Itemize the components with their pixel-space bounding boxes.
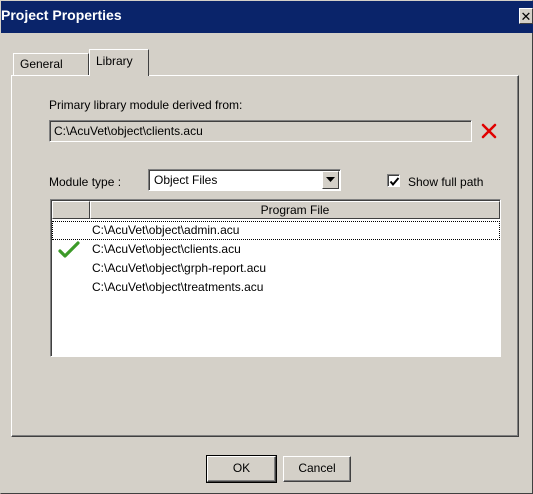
project-properties-dialog: Project Properties ✕ General Library Pri…	[0, 0, 533, 494]
close-button[interactable]: ✕	[519, 8, 533, 24]
tab-library[interactable]: Library	[89, 49, 149, 76]
program-file-list[interactable]: Program File C:\AcuVet\object\admin.acu …	[50, 199, 501, 357]
tab-general[interactable]: General	[13, 53, 89, 75]
title-bar: Project Properties ✕	[1, 1, 533, 33]
file-row[interactable]: C:\AcuVet\object\clients.acu	[52, 240, 500, 259]
file-path: C:\AcuVet\object\treatments.acu	[92, 280, 264, 294]
library-panel: Primary library module derived from: C:\…	[11, 75, 519, 437]
show-full-path-label[interactable]: Show full path	[408, 175, 483, 189]
file-row[interactable]: C:\AcuVet\object\grph-report.acu	[52, 259, 500, 278]
show-full-path-checkbox[interactable]	[387, 174, 400, 187]
module-type-select[interactable]: Object Files	[148, 169, 341, 191]
file-path: C:\AcuVet\object\grph-report.acu	[92, 261, 267, 275]
module-type-value: Object Files	[154, 173, 218, 187]
primary-library-field: C:\AcuVet\object\clients.acu	[49, 120, 472, 142]
list-header: Program File	[52, 201, 500, 219]
file-row[interactable]: C:\AcuVet\object\admin.acu	[52, 221, 500, 240]
file-row[interactable]: C:\AcuVet\object\treatments.acu	[52, 278, 500, 297]
column-header-program-file[interactable]: Program File	[90, 201, 500, 219]
green-check-icon	[58, 240, 80, 261]
file-path: C:\AcuVet\object\admin.acu	[92, 223, 240, 237]
primary-library-label: Primary library module derived from:	[49, 98, 243, 112]
dialog-title: Project Properties	[1, 7, 122, 23]
ok-button[interactable]: OK	[206, 455, 277, 483]
file-path: C:\AcuVet\object\clients.acu	[92, 242, 241, 256]
column-header-icon[interactable]	[52, 201, 90, 219]
module-type-label: Module type :	[49, 175, 122, 189]
chevron-down-icon[interactable]	[322, 171, 339, 189]
cancel-button[interactable]: Cancel	[283, 456, 351, 482]
red-x-icon[interactable]	[480, 122, 498, 140]
